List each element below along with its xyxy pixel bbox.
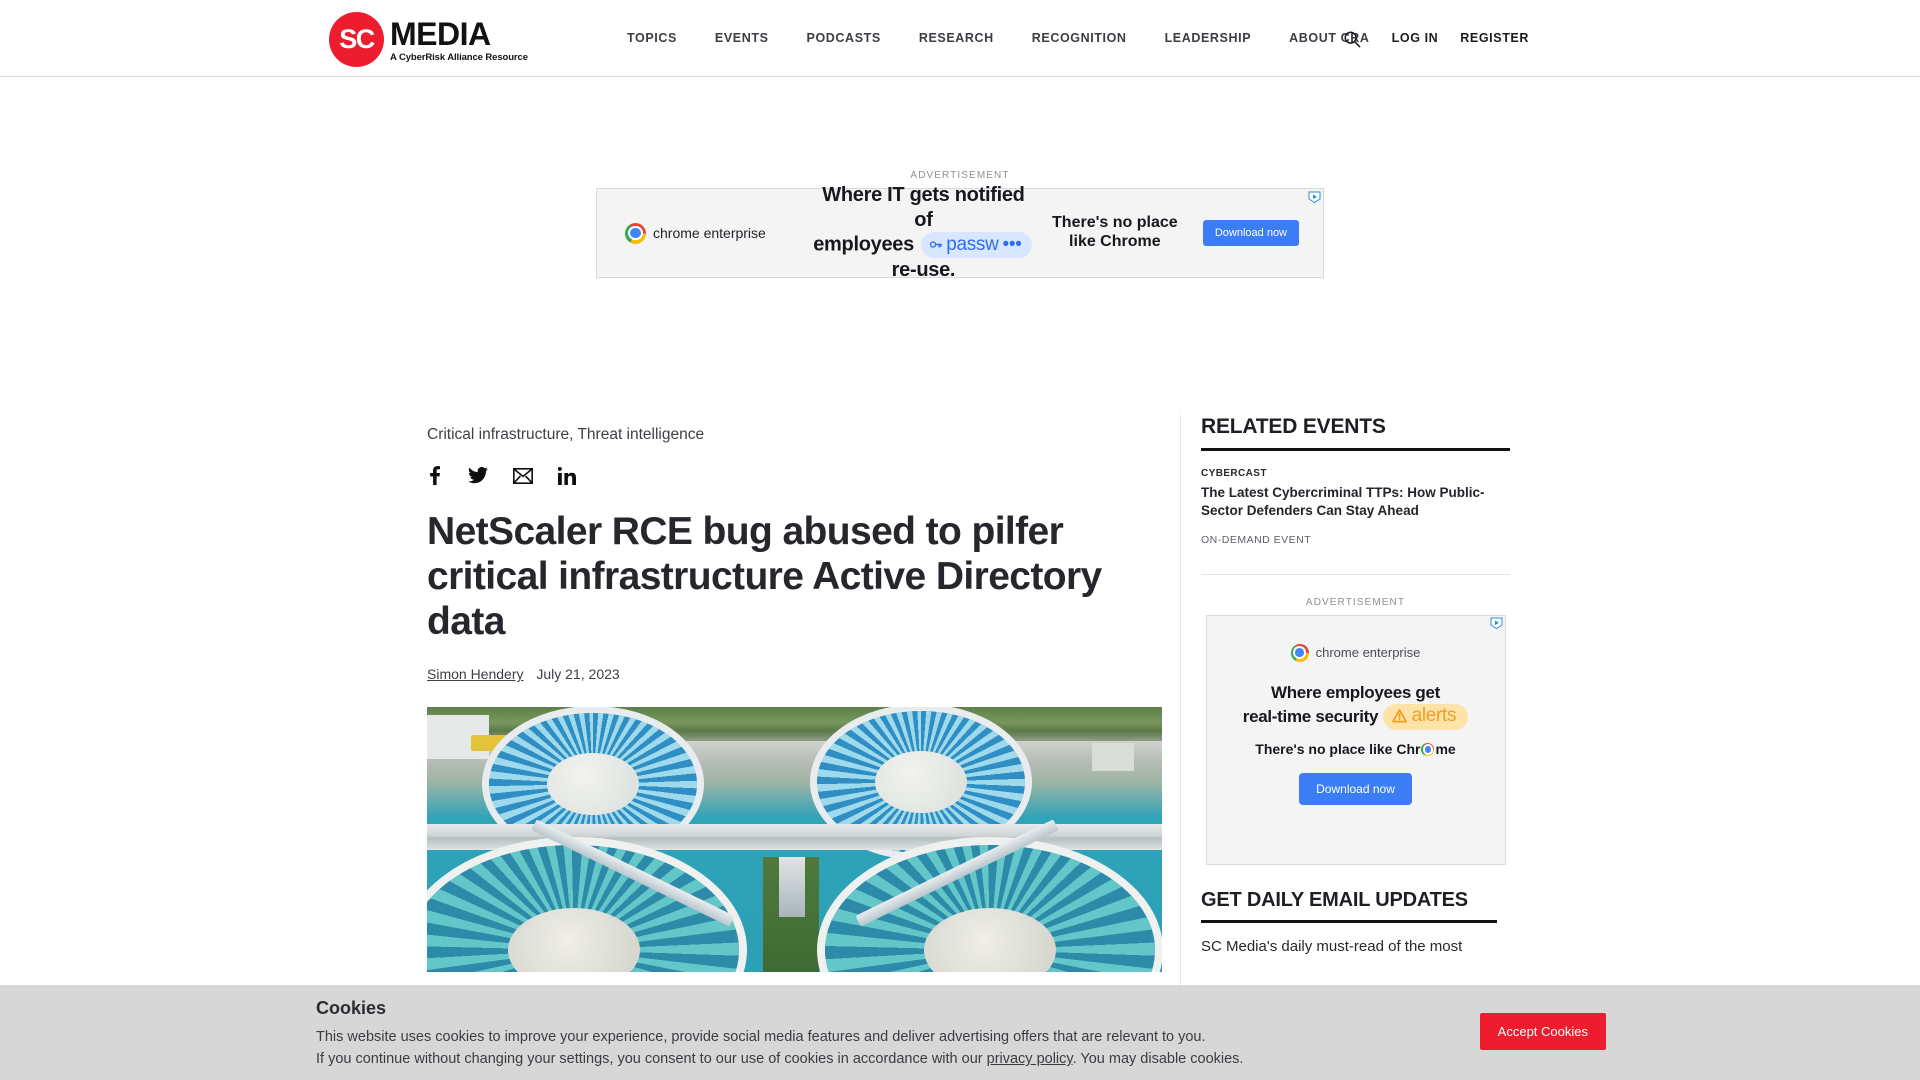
search-button[interactable] xyxy=(1337,24,1367,54)
share-facebook-button[interactable] xyxy=(427,466,443,486)
logo-wordmark-block: MEDIA A CyberRisk Alliance Resource xyxy=(390,16,528,63)
related-events-heading: RELATED EVENTS xyxy=(1201,415,1386,438)
leaderboard-download-button[interactable]: Download now xyxy=(1202,220,1299,246)
email-updates-section: GET DAILY EMAIL UPDATES SC Media's daily… xyxy=(1201,889,1510,958)
adchoices-icon[interactable] xyxy=(1307,190,1322,203)
key-icon xyxy=(930,241,943,248)
cookie-line-2-pre: If you continue without changing your se… xyxy=(316,1051,987,1068)
sidebar-ad-label: ADVERTISEMENT xyxy=(1305,596,1406,608)
sidebar-ad-download-button[interactable]: Download now xyxy=(1299,773,1412,806)
top-advertisement-zone: ADVERTISEMENT chrome enterprise Where IT… xyxy=(0,170,1920,281)
nav-item-recognition[interactable]: RECOGNITION xyxy=(1013,0,1146,77)
sidebar-ad-headline-line1: Where employees get xyxy=(1270,682,1441,702)
cookie-consent-banner: Cookies This website uses cookies to imp… xyxy=(0,985,1920,1080)
leaderboard-subline: There's no place like Chrome xyxy=(1035,214,1195,252)
nav-item-research[interactable]: RESEARCH xyxy=(900,0,1013,77)
article: Critical infrastructure, Threat intellig… xyxy=(427,425,1162,973)
sidebar-ad-subline-post: me xyxy=(1435,741,1456,758)
chrome-logo-icon xyxy=(625,222,646,244)
cookie-line-2-post: . You may disable cookies. xyxy=(1072,1051,1244,1068)
sidebar-advertisement-zone: ADVERTISEMENT chrome enterprise Where em… xyxy=(1201,575,1510,865)
article-headline: NetScaler RCE bug abused to pilfer criti… xyxy=(427,510,1102,644)
facebook-icon xyxy=(430,466,440,486)
social-share-row xyxy=(427,466,1162,486)
cookie-banner-inner: Cookies This website uses cookies to imp… xyxy=(316,985,1606,1080)
leaderboard-brand: chrome enterprise xyxy=(597,222,812,244)
password-pill: passw ••• xyxy=(921,232,1032,259)
sc-logo-text: SC xyxy=(339,24,375,54)
warning-triangle-icon xyxy=(1391,709,1407,723)
sidebar-ad-subline-pre: There's no place like Chr xyxy=(1255,741,1421,758)
password-pill-dots: ••• xyxy=(1002,234,1022,256)
chrome-logo-icon-inline xyxy=(1421,742,1435,756)
logo-wordmark: MEDIA xyxy=(390,16,491,53)
leaderboard-headline-post: re-use. xyxy=(891,259,956,282)
site-header: SC MEDIA A CyberRisk Alliance Resource T… xyxy=(0,0,1920,77)
cookie-banner-line-2: If you continue without changing your se… xyxy=(316,1048,1606,1070)
alerts-pill-text: alerts xyxy=(1411,704,1457,726)
related-event-meta: ON-DEMAND EVENT xyxy=(1201,533,1312,546)
privacy-policy-link[interactable]: privacy policy xyxy=(987,1051,1073,1067)
nav-item-events[interactable]: EVENTS xyxy=(696,0,788,77)
top-ad-label: ADVERTISEMENT xyxy=(910,170,1010,181)
login-link[interactable]: LOG IN xyxy=(1381,0,1450,77)
chrome-logo-icon xyxy=(1290,643,1309,662)
article-categories: Critical infrastructure, Threat intellig… xyxy=(427,425,1162,445)
sidebar-ad-headline-line2: real-time security alerts xyxy=(1211,703,1501,731)
leaderboard-subline-2: like Chrome xyxy=(1069,233,1161,250)
sidebar-ad[interactable]: chrome enterprise Where employees get re… xyxy=(1205,614,1506,865)
sc-logo-mark: SC xyxy=(329,12,384,67)
nav-item-leadership[interactable]: LEADERSHIP xyxy=(1146,0,1271,77)
search-icon xyxy=(1344,30,1361,47)
leaderboard-headline-line1: Where IT gets notified of xyxy=(822,184,1025,231)
sidebar-ad-headline-pre: real-time security xyxy=(1242,706,1379,726)
leaderboard-headline: Where IT gets notified of employees pass… xyxy=(812,183,1035,282)
share-twitter-button[interactable] xyxy=(468,467,488,484)
related-event-title-link[interactable]: The Latest Cybercriminal TTPs: How Publi… xyxy=(1201,485,1485,518)
related-events-rule xyxy=(1201,448,1510,451)
leaderboard-subline-1: There's no place xyxy=(1052,214,1178,232)
article-category-link[interactable]: Critical infrastructure, Threat intellig… xyxy=(427,426,704,443)
related-events-section: RELATED EVENTS CYBERCAST The Latest Cybe… xyxy=(1201,415,1510,575)
cookie-banner-line-1: This website uses cookies to improve you… xyxy=(316,1029,1206,1045)
article-byline: Simon Hendery July 21, 2023 xyxy=(427,666,1162,682)
sidebar-ad-subline: There's no place like Chr me xyxy=(1255,741,1455,757)
article-author-link[interactable]: Simon Hendery xyxy=(427,666,524,682)
email-updates-rule xyxy=(1201,919,1497,923)
nav-item-podcasts[interactable]: PODCASTS xyxy=(788,0,900,77)
sidebar-ad-headline: Where employees get real-time security a… xyxy=(1211,682,1501,731)
primary-navigation: TOPICS EVENTS PODCASTS RESEARCH RECOGNIT… xyxy=(608,0,1389,77)
site-logo[interactable]: SC MEDIA A CyberRisk Alliance Resource xyxy=(329,12,528,67)
sidebar-ad-brand-text: chrome enterprise xyxy=(1315,645,1421,661)
related-event-title: The Latest Cybercriminal TTPs: How Publi… xyxy=(1201,484,1510,520)
email-updates-copy: SC Media's daily must-read of the most xyxy=(1201,937,1463,955)
email-updates-heading: GET DAILY EMAIL UPDATES xyxy=(1201,888,1468,911)
article-hero-image xyxy=(427,707,1162,973)
leaderboard-ad[interactable]: chrome enterprise Where IT gets notified… xyxy=(596,184,1324,281)
content-area: Critical infrastructure, Threat intellig… xyxy=(0,415,1920,1080)
register-link[interactable]: REGISTER xyxy=(1449,0,1540,77)
sidebar: RELATED EVENTS CYBERCAST The Latest Cybe… xyxy=(1180,415,1510,1080)
linkedin-icon xyxy=(558,466,576,485)
header-utility-area: LOG IN REGISTER xyxy=(1337,0,1920,77)
password-pill-text: passw xyxy=(946,234,999,256)
article-date: July 21, 2023 xyxy=(536,666,620,683)
leaderboard-brand-text: chrome enterprise xyxy=(653,225,766,241)
alerts-pill: alerts xyxy=(1382,703,1469,731)
share-linkedin-button[interactable] xyxy=(558,466,576,485)
logo-tagline: A CyberRisk Alliance Resource xyxy=(390,52,528,64)
nav-item-topics[interactable]: TOPICS xyxy=(608,0,696,77)
related-event-type: CYBERCAST xyxy=(1201,468,1267,479)
leaderboard-headline-pre: employees xyxy=(813,233,914,256)
related-event-item[interactable]: CYBERCAST The Latest Cybercriminal TTPs:… xyxy=(1201,468,1510,546)
accept-cookies-button[interactable]: Accept Cookies xyxy=(1479,1013,1606,1050)
sidebar-ad-brand: chrome enterprise xyxy=(1290,643,1421,662)
leaderboard-headline-line2: employees passw ••• re-use. xyxy=(812,232,1035,283)
share-email-button[interactable] xyxy=(513,467,533,484)
email-icon xyxy=(513,467,533,484)
cookie-banner-title: Cookies xyxy=(316,998,387,1018)
adchoices-icon[interactable] xyxy=(1489,617,1504,630)
twitter-icon xyxy=(468,467,488,484)
